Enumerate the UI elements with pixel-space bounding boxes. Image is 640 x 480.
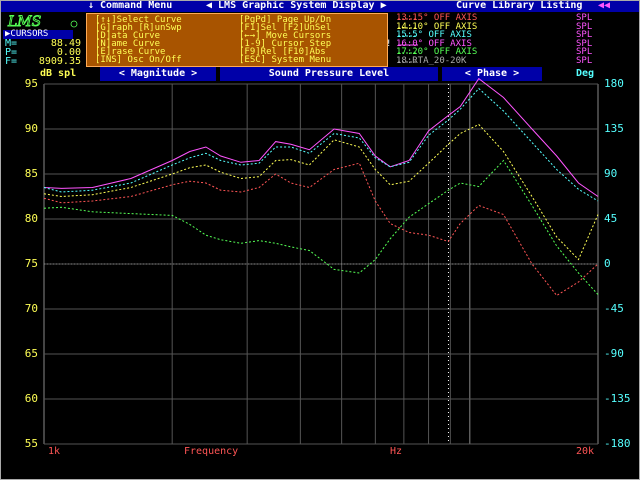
- x-axis-start-label: 1k: [48, 446, 61, 457]
- x-axis-title: Frequency: [184, 446, 239, 457]
- x-axis-end-label: 20k: [576, 446, 595, 457]
- x-axis-unit-label: Hz: [390, 446, 403, 457]
- frequency-response-chart[interactable]: [0, 0, 640, 480]
- series-line-15: [43, 87, 599, 202]
- series-line-14: [43, 123, 599, 261]
- series-line-13: [43, 162, 599, 297]
- series-line-17: [43, 159, 599, 295]
